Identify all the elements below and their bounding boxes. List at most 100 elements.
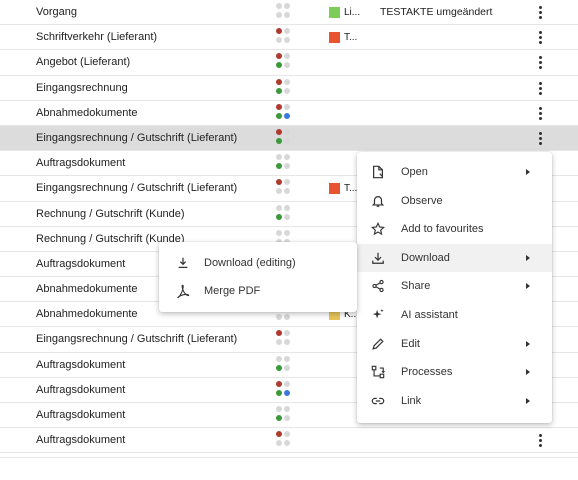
menu-item-label: Add to favourites — [401, 223, 484, 236]
status-dot — [284, 415, 290, 421]
status-dot — [284, 406, 290, 412]
status-dot — [276, 415, 282, 421]
more-options-icon[interactable] — [533, 4, 547, 21]
kebab-dot — [538, 444, 542, 448]
status-dots — [276, 179, 294, 197]
menu-item-open[interactable]: Open — [357, 158, 552, 187]
table-row[interactable]: Vorgang Li... TESTAKTE umgeändert — [0, 0, 578, 26]
more-options-icon[interactable] — [533, 130, 547, 147]
kebab-dot — [538, 66, 542, 70]
status-dot — [284, 213, 290, 220]
kebab-dot — [538, 91, 542, 95]
status-dot — [284, 179, 290, 186]
menu-item-share[interactable]: Share — [357, 272, 552, 301]
tag-color-swatch — [329, 183, 340, 195]
status-dot — [276, 154, 282, 161]
submenu-item-download-editing[interactable]: Download (editing) — [159, 249, 357, 278]
status-dots — [276, 406, 294, 424]
kebab-dot — [538, 41, 542, 45]
table-row[interactable]: Eingangsrechnung / Gutschrift (Lieferant… — [0, 125, 578, 152]
status-dot — [276, 179, 282, 186]
menu-item-label: AI assistant — [401, 309, 458, 321]
status-dot — [276, 355, 282, 362]
menu-item-label: Edit — [401, 337, 420, 350]
open-file-icon — [371, 165, 385, 179]
status-dot — [284, 62, 290, 69]
kebab-dot — [538, 86, 542, 90]
status-dot — [284, 154, 290, 161]
menu-item-ai-assistant[interactable]: AI assistant — [357, 301, 552, 330]
process-icon — [371, 365, 385, 379]
status-dot — [276, 364, 282, 371]
more-options-icon[interactable] — [533, 432, 547, 449]
status-dot — [276, 431, 282, 438]
kebab-dot — [538, 434, 542, 438]
tag-label: Li... — [344, 7, 361, 18]
kebab-dot — [538, 141, 542, 145]
star-icon — [370, 222, 386, 236]
status-dot — [284, 204, 290, 211]
link-icon — [371, 394, 385, 408]
document-type-label: Angebot (Lieferant) — [36, 56, 131, 69]
table-row[interactable]: Schriftverkehr (Lieferant) T... — [0, 25, 578, 51]
status-dot — [284, 137, 290, 144]
menu-item-add-to-favourites[interactable]: Add to favourites — [357, 215, 552, 244]
tag-label: T... — [344, 183, 358, 195]
kebab-dot — [538, 11, 542, 14]
document-type-label: Auftragsdokument — [36, 383, 126, 396]
kebab-dot — [538, 116, 542, 120]
status-dot — [276, 440, 282, 447]
status-dot — [276, 112, 282, 119]
menu-item-observe[interactable]: Observe — [357, 187, 552, 216]
table-row[interactable]: Eingangsrechnung — [0, 75, 578, 101]
status-dot — [276, 128, 282, 135]
status-dot — [276, 188, 282, 195]
status-dots — [276, 53, 294, 71]
bell-icon — [371, 194, 385, 208]
more-options-icon[interactable] — [533, 80, 547, 97]
status-dot — [276, 406, 282, 412]
document-type-label: Abnahmedokumente — [36, 106, 138, 119]
table-row[interactable]: Angebot (Lieferant) — [0, 50, 578, 76]
status-dot — [284, 188, 290, 195]
menu-item-processes[interactable]: Processes — [357, 358, 552, 387]
menu-item-edit[interactable]: Edit — [357, 330, 552, 359]
submenu-item-merge-pdf[interactable]: Merge PDF — [159, 277, 357, 306]
menu-item-label: Open — [401, 166, 428, 178]
kebab-dot — [538, 106, 542, 110]
more-options-icon[interactable] — [533, 54, 547, 71]
menu-item-download[interactable]: Download — [357, 243, 552, 273]
more-options-icon[interactable] — [533, 105, 547, 122]
status-dot — [276, 339, 282, 346]
status-dot — [276, 78, 282, 85]
tag-color-swatch — [329, 32, 340, 44]
status-dot — [276, 28, 282, 35]
document-type-label: Auftragsdokument — [36, 409, 126, 421]
status-dots — [276, 355, 294, 374]
status-dots — [276, 330, 294, 348]
chevron-right-icon — [526, 340, 530, 347]
chevron-right-icon — [526, 283, 530, 290]
kebab-dot — [538, 16, 542, 19]
status-dot — [284, 431, 290, 438]
status-dots — [276, 204, 294, 223]
status-dot — [284, 3, 290, 9]
status-dot — [276, 137, 282, 144]
menu-item-link[interactable]: Link — [357, 387, 552, 416]
table-row[interactable]: Abnahmedokumente — [0, 100, 578, 126]
status-dot — [284, 12, 290, 18]
status-dots — [276, 78, 294, 97]
document-type-label: Eingangsrechnung / Gutschrift (Lieferant… — [36, 182, 238, 195]
download-editing-icon — [176, 256, 190, 270]
pdf-icon — [176, 284, 190, 299]
tag-color-swatch — [329, 7, 340, 18]
table-row[interactable]: Auftragsdokument — [0, 428, 578, 454]
document-type-label: Auftragsdokument — [36, 358, 126, 371]
status-dots — [276, 28, 294, 46]
status-dot — [284, 339, 290, 346]
status-dot — [284, 28, 290, 35]
status-dots — [276, 154, 294, 172]
document-type-label: Vorgang — [36, 6, 77, 18]
document-type-label: Abnahmedokumente — [36, 308, 138, 321]
more-options-icon[interactable] — [533, 29, 547, 46]
